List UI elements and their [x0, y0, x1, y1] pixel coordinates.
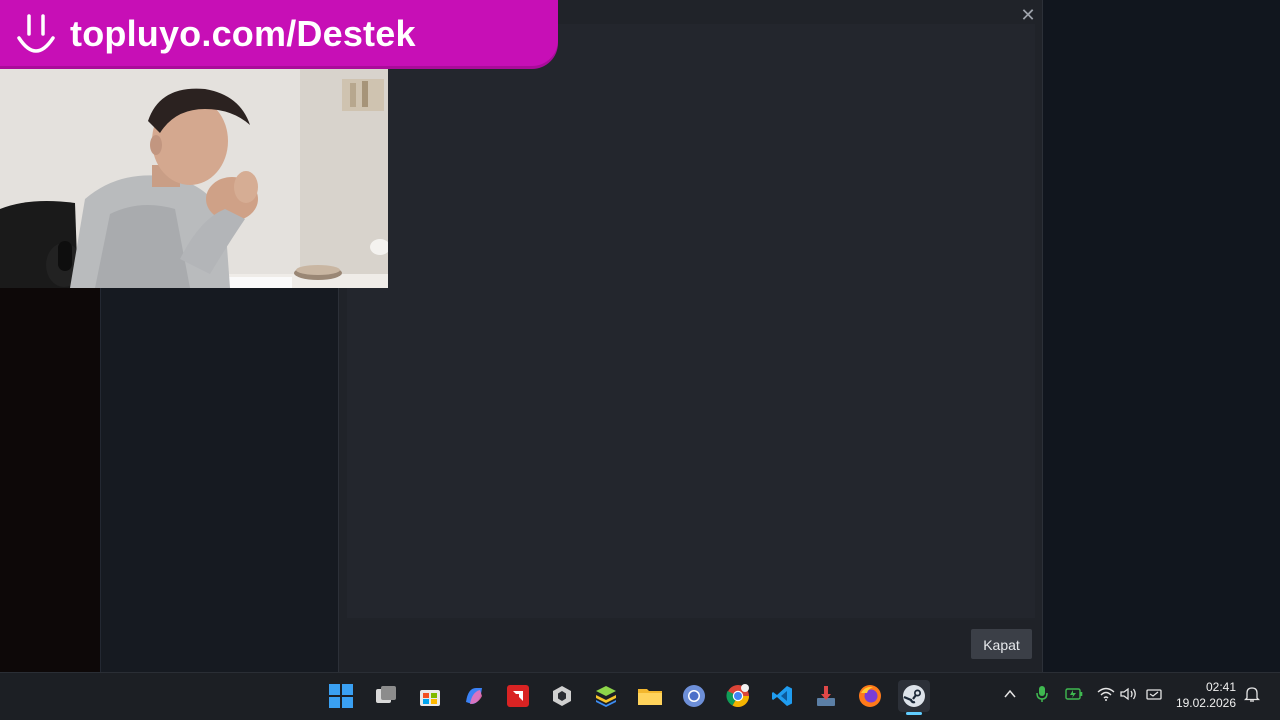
- copilot-icon[interactable]: [458, 680, 490, 712]
- stream-overlay-banner: topluyo.com/Destek: [0, 0, 558, 69]
- desktop-screen: ✕ Kapat topluyo.com/Destek 02:41 19.02.2…: [0, 0, 1280, 720]
- windows-logo-icon[interactable]: [325, 680, 357, 712]
- close-icon[interactable]: ✕: [1018, 6, 1038, 26]
- task-view-icon[interactable]: [370, 680, 402, 712]
- battery-charging-icon[interactable]: [1064, 684, 1084, 704]
- amd-icon[interactable]: [502, 680, 534, 712]
- store-icon[interactable]: [414, 680, 446, 712]
- volume-icon[interactable]: [1119, 684, 1139, 704]
- steam-icon[interactable]: [898, 680, 930, 712]
- steam-right-panel: [1043, 0, 1280, 672]
- folder-icon[interactable]: [634, 680, 666, 712]
- system-clock[interactable]: 02:41 19.02.2026: [1170, 679, 1236, 713]
- webcam-feed: [0, 69, 388, 288]
- wifi-icon[interactable]: [1096, 684, 1116, 704]
- steam-dialog: ✕ Kapat: [338, 0, 1043, 672]
- smile-icon: [16, 12, 56, 58]
- steam-library-sidebar: [100, 288, 339, 672]
- dialog-content-area: [347, 24, 1035, 618]
- bluestacks-icon[interactable]: [590, 680, 622, 712]
- firefox-icon[interactable]: [854, 680, 886, 712]
- background-window-edge: [0, 288, 100, 672]
- clock-time: 02:41: [1205, 680, 1236, 694]
- download-icon[interactable]: [810, 680, 842, 712]
- unity-icon[interactable]: [546, 680, 578, 712]
- chrome-icon[interactable]: [722, 680, 754, 712]
- vscode-icon[interactable]: [766, 680, 798, 712]
- network-icon[interactable]: [1144, 684, 1164, 704]
- chrome-icon[interactable]: [678, 680, 710, 712]
- clock-date: 19.02.2026: [1175, 696, 1236, 710]
- steam-active-indicator: [906, 712, 922, 715]
- notification-icon[interactable]: [1242, 684, 1262, 704]
- chevron-up-icon[interactable]: [1000, 684, 1020, 704]
- banner-url-text: topluyo.com/Destek: [70, 13, 416, 54]
- microphone-icon[interactable]: [1032, 684, 1052, 704]
- kapat-button[interactable]: Kapat: [971, 629, 1032, 659]
- dialog-footer: [339, 620, 1042, 672]
